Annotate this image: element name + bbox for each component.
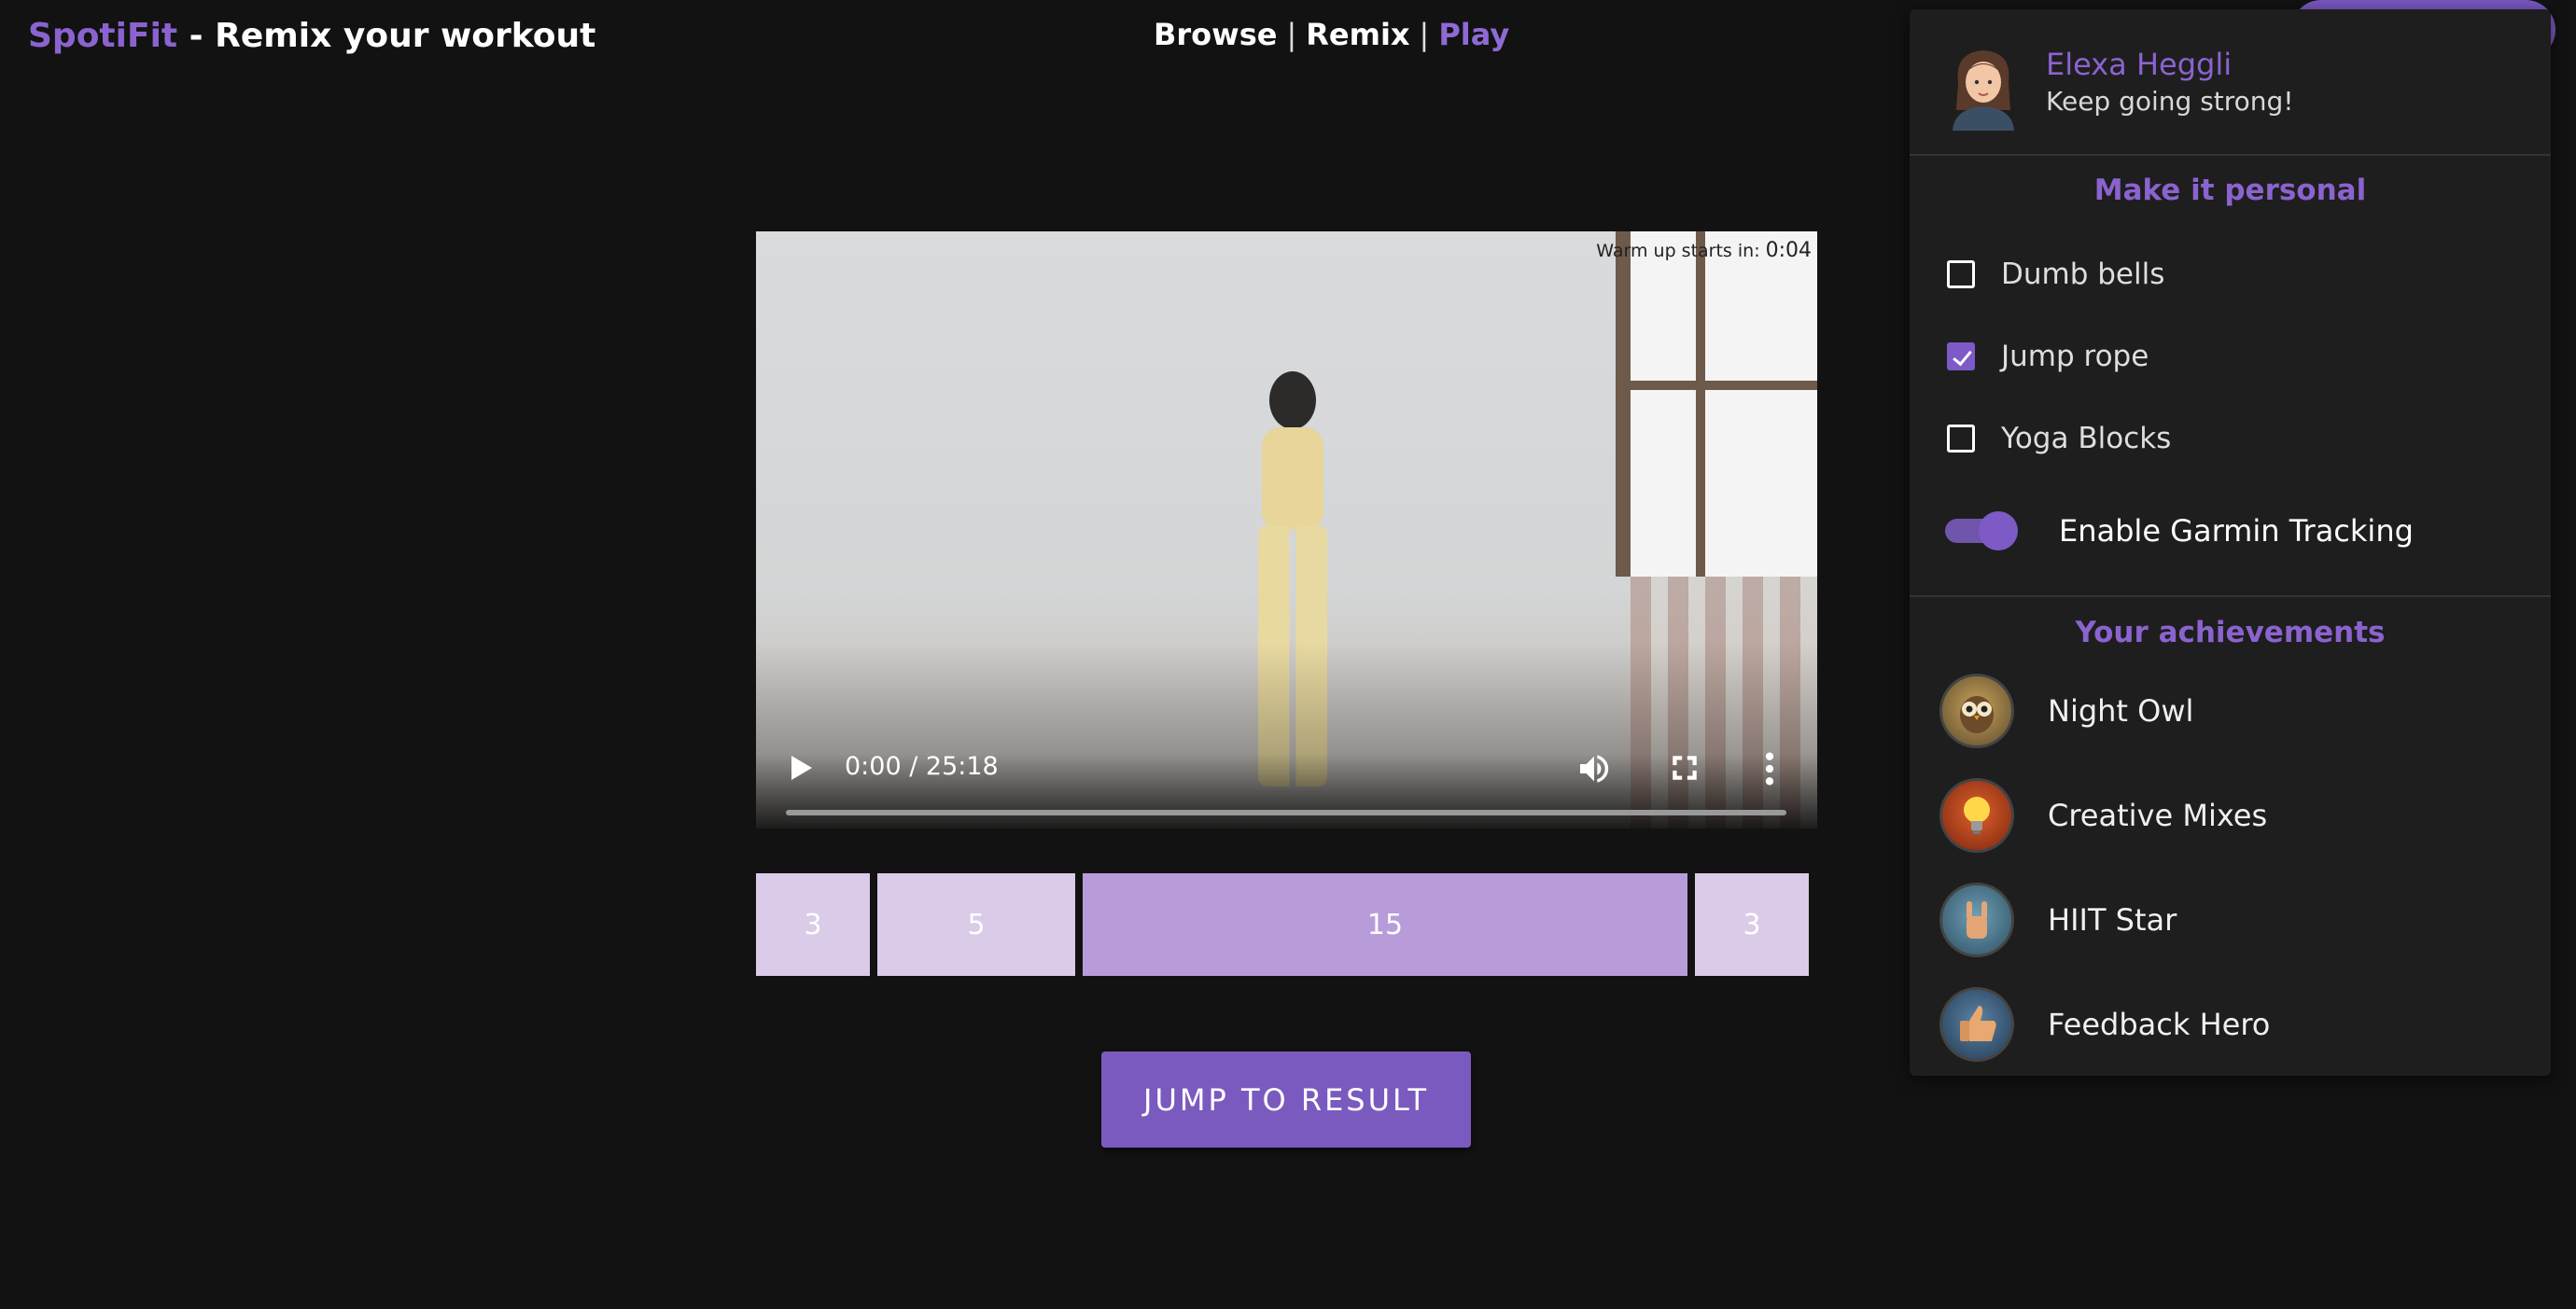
segment-block[interactable]: 5 [877,873,1075,976]
more-options-icon[interactable] [1764,750,1775,787]
video-player[interactable]: Warm up starts in: 0:04 0:00 / 25:18 [756,231,1817,829]
nav-separator: | [1419,17,1430,52]
nav-remix[interactable]: Remix [1306,17,1409,52]
video-controls: 0:00 / 25:18 [756,726,1817,829]
lightbulb-icon [1939,778,2014,853]
divider [1910,595,2551,597]
achievement-label: HIIT Star [2048,902,2177,938]
video-frame-window [1616,231,1817,577]
app-title: SpotiFit - Remix your workout [28,17,595,55]
checkbox[interactable] [1947,260,1975,288]
nav-separator: | [1286,17,1297,52]
nav-browse[interactable]: Browse [1154,17,1277,52]
garmin-tracking-label: Enable Garmin Tracking [2059,513,2414,549]
checkbox-label: Jump rope [2001,340,2149,373]
garmin-tracking-row: Enable Garmin Tracking [1945,511,2414,550]
profile-dropdown-panel: Elexa Heggli Keep going strong! Make it … [1910,9,2551,1076]
achievement-label: Feedback Hero [2048,1007,2271,1042]
equipment-jump-rope[interactable]: Jump rope [1947,338,2149,375]
user-avatar [1953,50,2014,131]
rock-hand-icon [1939,883,2014,957]
achievement-hiit-star: HIIT Star [1939,883,2177,957]
make-it-personal-heading: Make it personal [2093,174,2367,207]
equipment-yoga-blocks[interactable]: Yoga Blocks [1947,420,2171,457]
checkbox-label: Yoga Blocks [2001,422,2172,455]
toggle-knob[interactable] [1979,511,2018,550]
warmup-countdown: Warm up starts in: 0:04 [1596,239,1812,262]
thumbs-up-icon [1939,987,2014,1062]
equipment-dumb-bells[interactable]: Dumb bells [1947,256,2164,293]
warmup-time: 0:04 [1765,239,1812,262]
divider [1910,154,2551,156]
app-subtitle: - Remix your workout [177,17,596,55]
fullscreen-icon[interactable] [1669,752,1701,784]
workout-segments: 3 5 15 3 [756,873,1811,976]
segment-block[interactable]: 3 [1695,873,1809,976]
warmup-label: Warm up starts in: [1596,241,1760,261]
owl-icon [1939,674,2014,748]
checkbox[interactable] [1947,342,1975,370]
main-nav: Browse | Remix | Play [1154,17,1509,52]
play-icon[interactable] [791,756,812,780]
achievement-creative-mixes: Creative Mixes [1939,778,2267,853]
video-progress-bar[interactable] [786,810,1786,815]
user-name: Elexa Heggli [2046,47,2233,82]
achievement-feedback-hero: Feedback Hero [1939,987,2270,1062]
volume-icon[interactable] [1575,750,1613,787]
achievement-night-owl: Night Owl [1939,674,2193,748]
checkbox-label: Dumb bells [2001,258,2165,291]
achievement-label: Creative Mixes [2048,798,2268,833]
jump-to-result-button[interactable]: JUMP TO RESULT [1101,1051,1471,1148]
segment-block[interactable]: 15 [1083,873,1687,976]
achievement-label: Night Owl [2048,693,2194,729]
segment-block[interactable]: 3 [756,873,870,976]
brand-name: SpotiFit [28,17,178,55]
nav-play[interactable]: Play [1438,17,1509,52]
user-status: Keep going strong! [2046,86,2294,117]
video-time: 0:00 / 25:18 [845,752,999,781]
checkbox[interactable] [1947,425,1975,453]
achievements-heading: Your achievements [2075,616,2386,649]
garmin-tracking-toggle[interactable] [1945,511,2018,550]
